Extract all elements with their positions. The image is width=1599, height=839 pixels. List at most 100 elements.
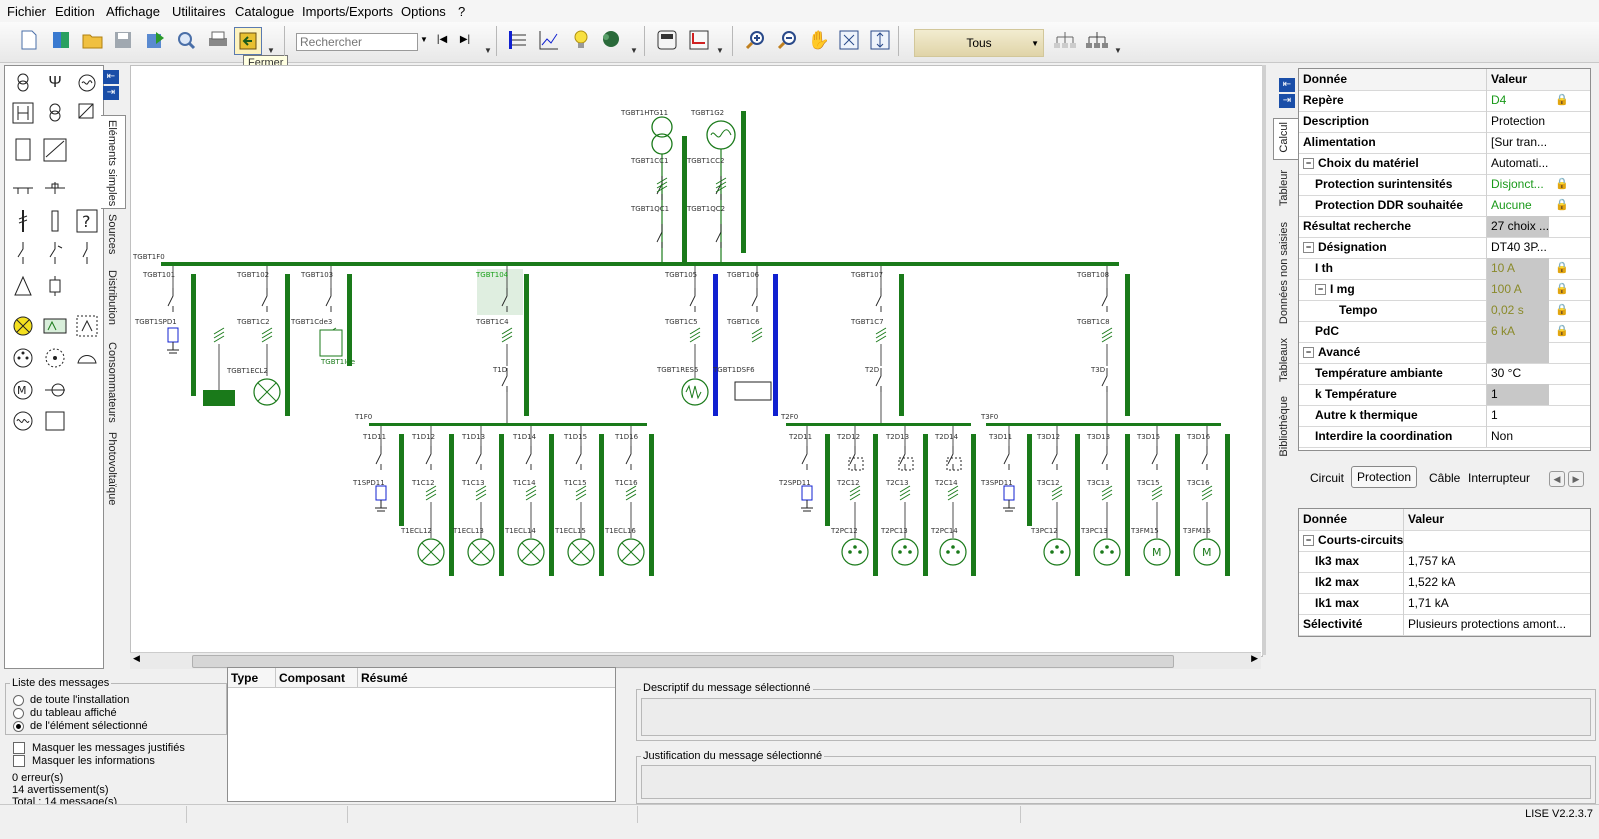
t1-branch-breaker[interactable] [525,446,532,470]
fit-page-icon[interactable] [836,27,862,53]
grid-row[interactable]: Résultat recherche 27 choix ... [1299,216,1590,238]
empty-box-icon[interactable] [43,409,67,433]
lock-icon[interactable]: 🔒 [1555,283,1569,296]
heater-icon[interactable] [75,346,99,370]
col-type[interactable]: Type [228,668,276,688]
single-line-diagram[interactable]: MM TGBT1HTG11 TGBT1G2 TGBT1CC1 TGBT1CC2 … [131,66,1262,656]
t3-branch-breaker[interactable] [1101,446,1108,470]
feeder-breaker[interactable] [167,288,174,312]
surge-protector-icon[interactable] [1003,485,1015,501]
tab-tableur[interactable]: Tableur [1278,170,1290,206]
grid-row-value[interactable]: Non [1487,426,1549,447]
socket-load-icon[interactable] [841,538,869,566]
menu-edition[interactable]: Edition [55,4,95,19]
t2-branch-breaker[interactable] [801,446,808,470]
grid-row[interactable]: Repère D4 🔒 [1299,90,1590,112]
antenna-icon[interactable]: Ψ [43,71,67,95]
lamp-icon[interactable] [11,314,35,338]
menu-help[interactable]: ? [458,4,465,19]
scroll-right-icon[interactable]: ▶ [1251,653,1258,664]
next-result-icon[interactable]: ▶| [455,27,475,53]
sub-busbar-t3[interactable] [986,423,1221,426]
dimmer-panel-icon[interactable] [75,314,99,338]
inverter-icon[interactable] [11,409,35,433]
socket-load-icon[interactable] [939,538,967,566]
converter-icon[interactable] [75,101,99,125]
tab-photovoltaique[interactable]: Photovoltaïque [106,432,118,505]
grid-row-value[interactable]: 1 [1487,405,1549,426]
feeder-breaker[interactable] [751,288,758,312]
dropdown-arrow-icon[interactable]: ▼ [716,46,724,55]
tab-prev-icon[interactable]: ◀ [1549,471,1565,487]
menu-imports-exports[interactable]: Imports/Exports [302,4,393,19]
t1-branch-breaker[interactable] [375,446,382,470]
grid-row-value[interactable]: Aucune [1487,195,1549,216]
search-input[interactable] [296,33,418,51]
feeder-breaker[interactable] [1101,288,1108,312]
lock-icon[interactable]: 🔒 [1555,262,1569,275]
diagram-canvas[interactable]: MM TGBT1HTG11 TGBT1G2 TGBT1CC1 TGBT1CC2 … [130,65,1263,657]
tree-expand-icon[interactable] [1052,27,1078,53]
dropdown-arrow-icon[interactable]: ▼ [1114,46,1122,55]
socket-load-icon[interactable] [891,538,919,566]
t1-branch-breaker[interactable] [475,446,482,470]
grid-row[interactable]: Tempo 0,02 s 🔒 [1299,300,1590,322]
switch-icon[interactable] [75,241,99,265]
main-busbar[interactable] [161,262,1119,266]
dropdown-arrow-icon[interactable]: ▼ [630,46,638,55]
grid-row[interactable]: − Avancé [1299,342,1590,364]
save-as-icon[interactable] [142,27,168,53]
calculator-icon[interactable] [654,27,680,53]
collapse-icon[interactable]: − [1303,535,1314,547]
collapse-right-icon[interactable]: ⇤ [1279,78,1295,92]
menu-catalogue[interactable]: Catalogue [235,4,294,19]
grid-row[interactable]: Protection DDR souhaitée Aucune 🔒 [1299,195,1590,217]
splitter[interactable] [1262,65,1266,655]
grid-row-value[interactable]: DT40 3P... [1487,237,1549,258]
grid-row-value[interactable] [1487,342,1549,363]
tree-collapse-icon[interactable] [1084,27,1110,53]
col-composant[interactable]: Composant [276,668,358,688]
grid-row-value[interactable]: 6 kA [1487,321,1549,342]
feeder-breaker[interactable] [875,288,882,312]
grid-row[interactable]: − Désignation DT40 3P... [1299,237,1590,259]
breaker-symbol[interactable] [715,224,722,248]
new-file-icon[interactable] [16,27,42,53]
transformer-2-icon[interactable] [43,101,67,125]
coupler-icon[interactable] [11,101,35,125]
t3-branch-breaker[interactable] [1003,446,1010,470]
search-dropdown-icon[interactable]: ▼ [418,27,430,53]
lock-icon[interactable]: 🔒 [1555,178,1569,191]
menu-options[interactable]: Options [401,4,446,19]
t3-branch-breaker[interactable] [1151,446,1158,470]
grid-row[interactable]: Ik2 max 1,522 kA [1299,572,1590,594]
grid-row-value[interactable]: Disjonct... [1487,174,1549,195]
tab-protection[interactable]: Protection [1351,466,1418,488]
fit-height-icon[interactable] [867,27,893,53]
radio-selected-element[interactable]: de l'élément sélectionné [13,720,148,732]
grid-row-value[interactable]: 1,757 kA [1404,551,1590,572]
fuse-icon[interactable] [43,209,67,233]
checkbox-hide-justified[interactable]: Masquer les messages justifiés [13,742,185,754]
dropdown-arrow-icon[interactable]: ▼ [267,46,275,55]
generator-icon[interactable] [75,71,99,95]
lock-icon[interactable]: 🔒 [1555,304,1569,317]
expand-right-icon[interactable]: ⇥ [1279,94,1295,108]
tab-elements-simples[interactable]: Eléments simples [106,120,118,206]
source-transformer[interactable] [651,116,673,264]
collapse-icon[interactable]: − [1303,347,1314,359]
socket-load-icon[interactable] [1093,538,1121,566]
grid-row[interactable]: I th 10 A 🔒 [1299,258,1590,280]
breaker-diff-icon[interactable] [43,241,67,265]
busbar-icon[interactable] [11,176,35,200]
grid-row[interactable]: k Température 1 [1299,384,1590,406]
curve-analysis-icon[interactable] [686,27,712,53]
grid-row-value[interactable]: Automati... [1487,153,1549,174]
scroll-left-icon[interactable]: ◀ [133,653,140,664]
grid-row[interactable]: PdC 6 kA 🔒 [1299,321,1590,343]
tab-interrupteur[interactable]: Interrupteur [1463,468,1535,488]
radio-all-installation[interactable]: de toute l'installation [13,694,129,706]
lock-icon[interactable]: 🔒 [1555,94,1569,107]
sub-busbar-t2[interactable] [786,423,971,426]
feeder-breaker[interactable] [325,288,332,312]
